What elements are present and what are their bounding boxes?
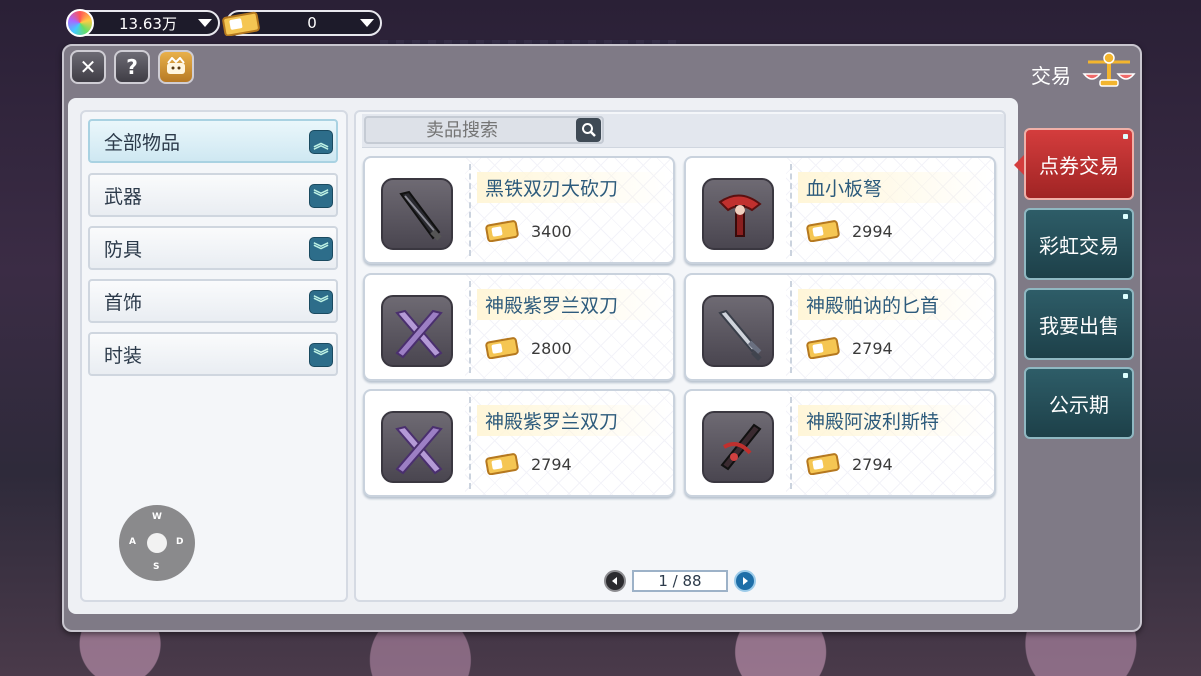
ticket-icon: [806, 337, 840, 359]
tab-label: 公示期: [1049, 392, 1109, 417]
item-thumbnail: [381, 411, 453, 483]
ticket-icon: [485, 337, 519, 359]
search-input[interactable]: [364, 116, 604, 144]
category-label: 武器: [104, 185, 143, 208]
tab-label: 我要出售: [1039, 313, 1119, 338]
item-price: 2794: [852, 455, 893, 474]
tab-label: 彩虹交易: [1039, 233, 1119, 258]
dpad-left-label: A: [129, 537, 136, 547]
item-card[interactable]: 黑铁双刃大砍刀 3400: [363, 156, 675, 264]
card-divider: [790, 281, 792, 373]
expand-arrow-icon[interactable]: ︾: [309, 290, 333, 314]
item-card[interactable]: 神殿阿波利斯特 2794: [684, 389, 996, 497]
item-price: 2794: [531, 455, 572, 474]
wasd-joystick[interactable]: W A D S: [119, 505, 195, 581]
item-name: 神殿紫罗兰双刀: [477, 289, 667, 320]
search-button[interactable]: [576, 118, 601, 142]
dpad-down-label: S: [153, 562, 160, 572]
card-divider: [790, 164, 792, 256]
item-card[interactable]: 血小板弩 2994: [684, 156, 996, 264]
item-name: 黑铁双刃大砍刀: [477, 172, 667, 203]
card-divider: [469, 164, 471, 256]
category-weapons[interactable]: 武器 ︾: [88, 173, 338, 217]
balance-scale-icon: [1082, 52, 1136, 87]
category-label: 时装: [104, 344, 143, 367]
chevron-left-icon: [612, 577, 617, 585]
item-price: 2994: [852, 222, 893, 241]
prev-page-button[interactable]: [604, 570, 626, 592]
ticket-icon: [806, 220, 840, 242]
ticket-currency-value: 0: [307, 14, 317, 32]
expand-arrow-icon[interactable]: ︾: [309, 237, 333, 261]
expand-arrow-icon[interactable]: ︾: [309, 343, 333, 367]
window-title: 交易: [1031, 64, 1071, 88]
tab-rainbow-trade[interactable]: 彩虹交易: [1024, 208, 1134, 280]
close-button[interactable]: ✕: [70, 50, 106, 84]
chevron-down-icon[interactable]: [198, 19, 212, 27]
tab-corner-mark: [1123, 373, 1128, 378]
category-label: 首饰: [104, 291, 143, 314]
item-thumbnail: [381, 295, 453, 367]
item-thumbnail: [702, 411, 774, 483]
tab-ticket-trade[interactable]: 点券交易: [1024, 128, 1134, 200]
chevron-down-icon[interactable]: [360, 19, 374, 27]
rainbow-coin-icon: [66, 9, 94, 37]
item-name: 血小板弩: [798, 172, 988, 203]
page-indicator[interactable]: 1 / 88: [632, 570, 728, 592]
next-page-button[interactable]: [734, 570, 756, 592]
tab-sell[interactable]: 我要出售: [1024, 288, 1134, 360]
item-thumbnail: [702, 295, 774, 367]
dual-blades-icon: [395, 425, 443, 475]
tab-corner-mark: [1123, 214, 1128, 219]
joystick-knob[interactable]: [147, 533, 167, 553]
dpad-up-label: W: [152, 512, 162, 522]
collapse-arrow-icon[interactable]: ︽: [309, 130, 333, 154]
item-price: 2794: [852, 339, 893, 358]
greatsword-icon: [399, 190, 442, 241]
dpad-right-label: D: [176, 537, 184, 547]
search-icon: [581, 123, 596, 137]
category-label: 防具: [104, 238, 143, 261]
dual-blades-icon: [395, 309, 443, 359]
category-armor[interactable]: 防具 ︾: [88, 226, 338, 270]
ticket-icon: [485, 220, 519, 242]
item-card[interactable]: 神殿紫罗兰双刀 2794: [363, 389, 675, 497]
expand-arrow-icon[interactable]: ︾: [309, 184, 333, 208]
item-price: 3400: [531, 222, 572, 241]
rainbow-currency-value: 13.63万: [119, 14, 177, 33]
chevron-right-icon: [743, 577, 748, 585]
tab-label: 点券交易: [1039, 153, 1119, 178]
item-card[interactable]: 神殿紫罗兰双刀 2800: [363, 273, 675, 381]
item-name: 神殿阿波利斯特: [798, 405, 988, 436]
item-name: 神殿紫罗兰双刀: [477, 405, 667, 436]
category-label: 全部物品: [104, 131, 181, 154]
item-card[interactable]: 神殿帕讷的匕首 2794: [684, 273, 996, 381]
ticket-icon: [806, 453, 840, 475]
item-name: 神殿帕讷的匕首: [798, 289, 988, 320]
vip-button[interactable]: [158, 50, 194, 84]
card-divider: [469, 281, 471, 373]
help-button[interactable]: ?: [114, 50, 150, 84]
vip-icon: [167, 57, 185, 74]
ticket-icon: [485, 453, 519, 475]
card-divider: [790, 397, 792, 489]
category-accessories[interactable]: 首饰 ︾: [88, 279, 338, 323]
crossbow-icon: [720, 423, 762, 471]
tab-corner-mark: [1123, 134, 1128, 139]
crossbow-icon: [718, 194, 762, 237]
pagination: 1 / 88: [604, 570, 756, 592]
tab-public-period[interactable]: 公示期: [1024, 367, 1134, 439]
item-thumbnail: [381, 178, 453, 250]
tab-corner-mark: [1123, 294, 1128, 299]
ticket-icon: [222, 11, 260, 36]
card-divider: [469, 397, 471, 489]
item-thumbnail: [702, 178, 774, 250]
category-fashion[interactable]: 时装 ︾: [88, 332, 338, 376]
item-price: 2800: [531, 339, 572, 358]
dagger-icon: [718, 309, 762, 361]
category-all-items[interactable]: 全部物品 ︽: [88, 119, 338, 163]
